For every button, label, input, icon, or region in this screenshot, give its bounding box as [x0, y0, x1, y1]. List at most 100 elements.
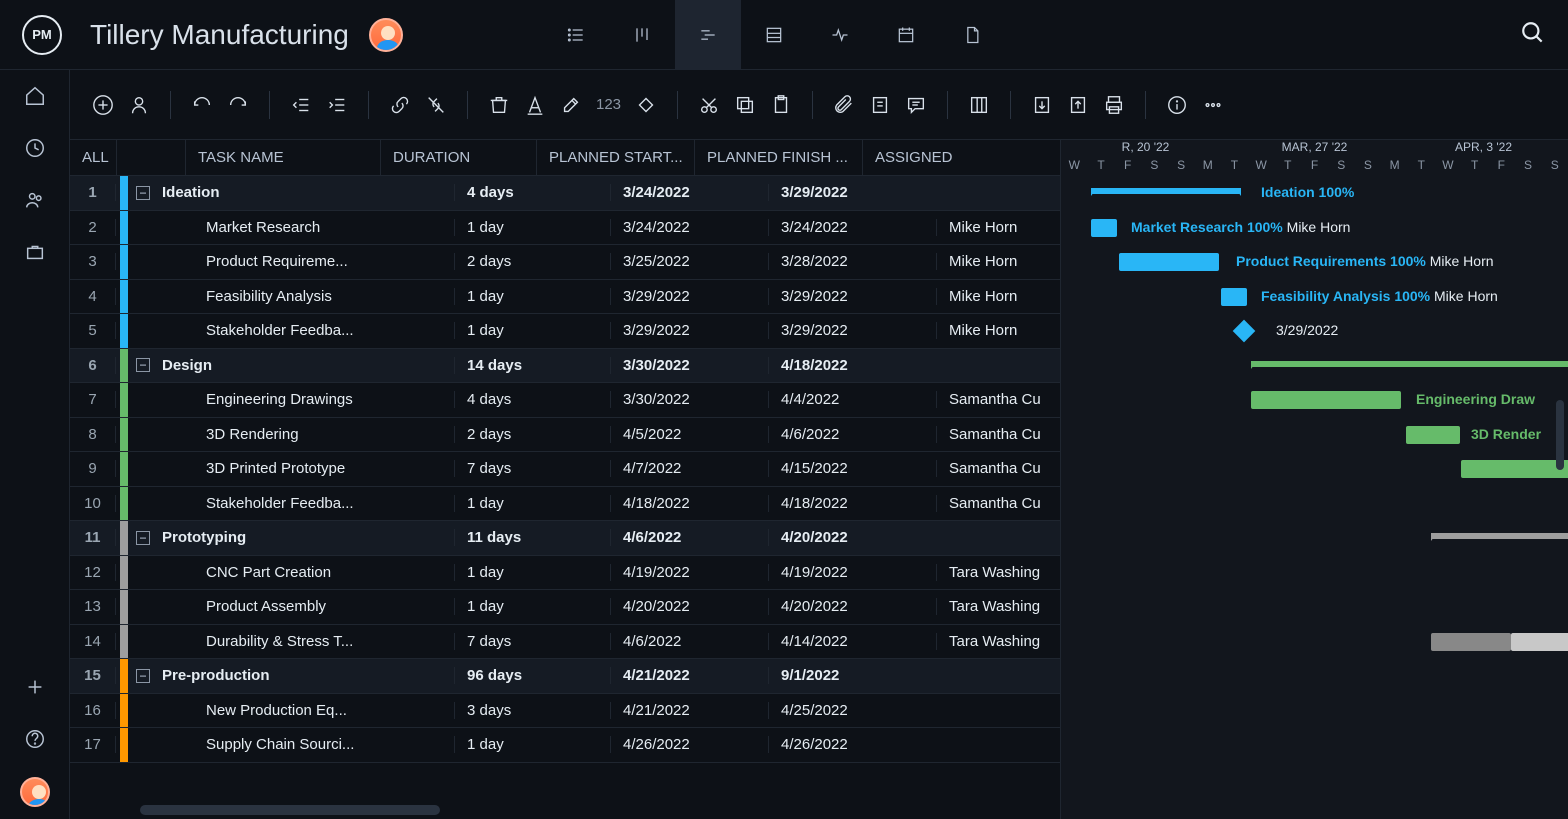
add-icon[interactable]: [21, 673, 49, 701]
task-finish[interactable]: 4/15/2022: [768, 460, 936, 477]
gantt-chart[interactable]: R, 20 '22 MAR, 27 '22 APR, 3 '22 WTFSSMT…: [1060, 140, 1568, 819]
gantt-summary-bar[interactable]: [1091, 188, 1241, 194]
task-duration[interactable]: 3 days: [454, 702, 610, 719]
task-finish[interactable]: 4/20/2022: [768, 598, 936, 615]
table-row[interactable]: 11−Prototyping11 days4/6/20224/20/2022: [70, 521, 1060, 556]
task-start[interactable]: 3/30/2022: [610, 357, 768, 374]
gantt-task-bar[interactable]: [1461, 460, 1568, 478]
gantt-view-tab[interactable]: [675, 0, 741, 70]
print-icon[interactable]: [1103, 94, 1125, 116]
task-duration[interactable]: 4 days: [454, 391, 610, 408]
table-row[interactable]: 83D Rendering2 days4/5/20224/6/2022Saman…: [70, 418, 1060, 453]
avatar-icon[interactable]: [369, 18, 403, 52]
add-task-icon[interactable]: [92, 94, 114, 116]
task-name[interactable]: Pre-production: [156, 667, 454, 684]
collapse-icon[interactable]: −: [134, 358, 152, 372]
col-assigned[interactable]: ASSIGNED: [862, 140, 1060, 175]
search-icon[interactable]: [1520, 20, 1546, 49]
status-view-tab[interactable]: [807, 0, 873, 70]
clear-format-icon[interactable]: [560, 94, 582, 116]
task-start[interactable]: 3/29/2022: [610, 322, 768, 339]
task-duration[interactable]: 1 day: [454, 322, 610, 339]
task-duration[interactable]: 4 days: [454, 184, 610, 201]
table-row[interactable]: 15−Pre-production96 days4/21/20229/1/202…: [70, 659, 1060, 694]
undo-icon[interactable]: [191, 94, 213, 116]
attachment-icon[interactable]: [833, 94, 855, 116]
table-row[interactable]: 14Durability & Stress T...7 days4/6/2022…: [70, 625, 1060, 660]
columns-icon[interactable]: [968, 94, 990, 116]
col-start[interactable]: PLANNED START...: [536, 140, 694, 175]
task-start[interactable]: 3/24/2022: [610, 219, 768, 236]
more-icon[interactable]: [1202, 94, 1224, 116]
col-duration[interactable]: DURATION: [380, 140, 536, 175]
task-start[interactable]: 4/7/2022: [610, 460, 768, 477]
task-finish[interactable]: 4/18/2022: [768, 495, 936, 512]
export-icon[interactable]: [1067, 94, 1089, 116]
font-icon[interactable]: [524, 94, 546, 116]
briefcase-icon[interactable]: [21, 238, 49, 266]
gantt-task-bar[interactable]: [1091, 219, 1117, 237]
clock-icon[interactable]: [21, 134, 49, 162]
copy-icon[interactable]: [734, 94, 756, 116]
table-row[interactable]: 7Engineering Drawings4 days3/30/20224/4/…: [70, 383, 1060, 418]
table-row[interactable]: 4Feasibility Analysis1 day3/29/20223/29/…: [70, 280, 1060, 315]
table-row[interactable]: 3Product Requireme...2 days3/25/20223/28…: [70, 245, 1060, 280]
task-assigned[interactable]: Mike Horn: [936, 219, 1060, 236]
task-name[interactable]: Supply Chain Sourci...: [156, 736, 454, 753]
task-assigned[interactable]: Mike Horn: [936, 288, 1060, 305]
task-name[interactable]: Stakeholder Feedba...: [156, 322, 454, 339]
gantt-task-bar[interactable]: [1511, 633, 1568, 651]
task-start[interactable]: 4/20/2022: [610, 598, 768, 615]
task-start[interactable]: 3/30/2022: [610, 391, 768, 408]
collapse-icon[interactable]: −: [134, 186, 152, 200]
task-duration[interactable]: 7 days: [454, 633, 610, 650]
task-duration[interactable]: 14 days: [454, 357, 610, 374]
table-row[interactable]: 1−Ideation4 days3/24/20223/29/2022: [70, 176, 1060, 211]
task-name[interactable]: New Production Eq...: [156, 702, 454, 719]
horizontal-scrollbar[interactable]: [140, 805, 440, 815]
task-name[interactable]: Prototyping: [156, 529, 454, 546]
gantt-summary-bar[interactable]: [1251, 361, 1568, 367]
gantt-task-bar[interactable]: [1406, 426, 1460, 444]
info-icon[interactable]: [1166, 94, 1188, 116]
task-duration[interactable]: 7 days: [454, 460, 610, 477]
task-name[interactable]: Stakeholder Feedba...: [156, 495, 454, 512]
collapse-icon[interactable]: −: [134, 531, 152, 545]
task-name[interactable]: Durability & Stress T...: [156, 633, 454, 650]
task-duration[interactable]: 2 days: [454, 253, 610, 270]
milestone-icon[interactable]: [635, 94, 657, 116]
task-start[interactable]: 4/26/2022: [610, 736, 768, 753]
import-icon[interactable]: [1031, 94, 1053, 116]
help-icon[interactable]: [21, 725, 49, 753]
home-icon[interactable]: [21, 82, 49, 110]
table-row[interactable]: 12CNC Part Creation1 day4/19/20224/19/20…: [70, 556, 1060, 591]
task-assigned[interactable]: Samantha Cu: [936, 426, 1060, 443]
indent-icon[interactable]: [326, 94, 348, 116]
task-name[interactable]: Ideation: [156, 184, 454, 201]
task-name[interactable]: Product Assembly: [156, 598, 454, 615]
task-start[interactable]: 4/18/2022: [610, 495, 768, 512]
task-name[interactable]: Feasibility Analysis: [156, 288, 454, 305]
task-finish[interactable]: 9/1/2022: [768, 667, 936, 684]
link-icon[interactable]: [389, 94, 411, 116]
task-start[interactable]: 4/5/2022: [610, 426, 768, 443]
task-duration[interactable]: 96 days: [454, 667, 610, 684]
assign-icon[interactable]: [128, 94, 150, 116]
task-finish[interactable]: 4/26/2022: [768, 736, 936, 753]
task-start[interactable]: 3/25/2022: [610, 253, 768, 270]
task-duration[interactable]: 1 day: [454, 288, 610, 305]
vertical-scrollbar[interactable]: [1556, 400, 1564, 470]
task-start[interactable]: 3/29/2022: [610, 288, 768, 305]
task-assigned[interactable]: Samantha Cu: [936, 460, 1060, 477]
task-assigned[interactable]: Tara Washing: [936, 598, 1060, 615]
list-view-tab[interactable]: [543, 0, 609, 70]
task-duration[interactable]: 11 days: [454, 529, 610, 546]
task-finish[interactable]: 4/20/2022: [768, 529, 936, 546]
board-view-tab[interactable]: [609, 0, 675, 70]
collapse-icon[interactable]: −: [134, 669, 152, 683]
task-name[interactable]: Product Requireme...: [156, 253, 454, 270]
cut-icon[interactable]: [698, 94, 720, 116]
sheet-view-tab[interactable]: [741, 0, 807, 70]
task-start[interactable]: 4/21/2022: [610, 702, 768, 719]
gantt-task-bar[interactable]: [1251, 391, 1401, 409]
